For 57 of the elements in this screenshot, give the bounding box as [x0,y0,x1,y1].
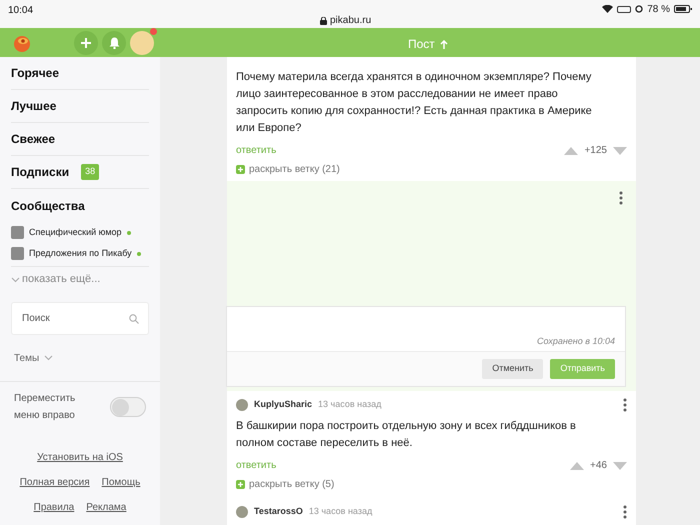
move-menu-toggle[interactable] [110,397,146,417]
upvote-icon[interactable] [564,146,578,154]
footer-link[interactable]: Полная версия [20,475,90,490]
nav-item[interactable]: Лучшее [11,97,56,115]
bell-icon [108,36,120,48]
notifications-button[interactable] [102,30,126,54]
comment-text: Почему материла всегда хранятся в одиночном экземпляре? Почему лицо заинтересованное в этом расследовании не имеет право запросить копию для сохранности!? Есть данная практика в Америке или Европе? [236,70,593,136]
search-field[interactable]: Поиск [11,302,149,335]
arrow-up-icon [440,40,448,48]
community-avatar [11,226,24,239]
comment-time: 13 часов назад [318,398,382,412]
saved-status: Сохранено в 10:04 [537,334,615,348]
nav-item[interactable]: Горячее [11,64,60,82]
subscriptions-count: 38 [81,164,100,180]
move-menu-label: Переместить меню вправо [14,392,76,423]
footer-link[interactable]: Установить на iOS [37,450,123,465]
cancel-button[interactable]: Отменить [482,359,544,379]
footer-link[interactable]: Правила [34,500,74,515]
rating: +125 [584,144,607,158]
nav-item[interactable]: Свежее [11,130,56,148]
rating: +46 [590,459,607,473]
comment-text: В башкирии пора построить отдельную зону и всех гибддшников в полном составе переселить в неё. [236,419,577,451]
downvote-icon[interactable] [613,146,627,154]
chevron-down-icon [11,276,20,282]
upvote-icon[interactable] [570,462,584,470]
comment-author[interactable]: KuplyuSharic [254,398,312,412]
chevron-down-icon [44,355,54,361]
search-icon [129,314,139,324]
themes-dropdown[interactable]: Темы [14,350,40,366]
community-link[interactable]: Предложения по Пикабу [29,246,132,260]
wifi-icon [602,5,614,13]
status-time: 10:04 [8,4,34,18]
nav-item[interactable]: Сообщества [11,196,85,214]
community-avatar [11,247,24,260]
add-button[interactable] [74,30,98,54]
user-avatar [236,399,248,411]
comment-time: 13 часов назад [308,505,372,518]
user-avatar [236,506,248,518]
lock-icon [320,16,327,24]
plus-icon [236,480,245,489]
more-icon[interactable] [619,191,623,205]
more-icon[interactable] [623,505,627,519]
footer-link[interactable]: Реклама [86,500,126,515]
plus-icon [236,165,245,174]
battery-percent: 78 % [647,2,670,16]
comment-author[interactable]: TestarossO [254,505,303,519]
expand-thread-link[interactable]: раскрыть ветку (21) [249,162,340,177]
url-text[interactable]: pikabu.ru [330,13,372,28]
community-link[interactable]: Специфический юмор [29,226,122,240]
nav-item[interactable]: Подписки [11,163,70,181]
expand-thread-link[interactable]: раскрыть ветку (5) [249,477,334,492]
plus-icon [80,36,92,48]
more-icon[interactable] [623,398,627,412]
avatar[interactable] [130,30,154,54]
battery-icon [674,5,692,13]
downvote-icon[interactable] [613,462,627,470]
footer-link[interactable]: Помощь [102,475,140,490]
